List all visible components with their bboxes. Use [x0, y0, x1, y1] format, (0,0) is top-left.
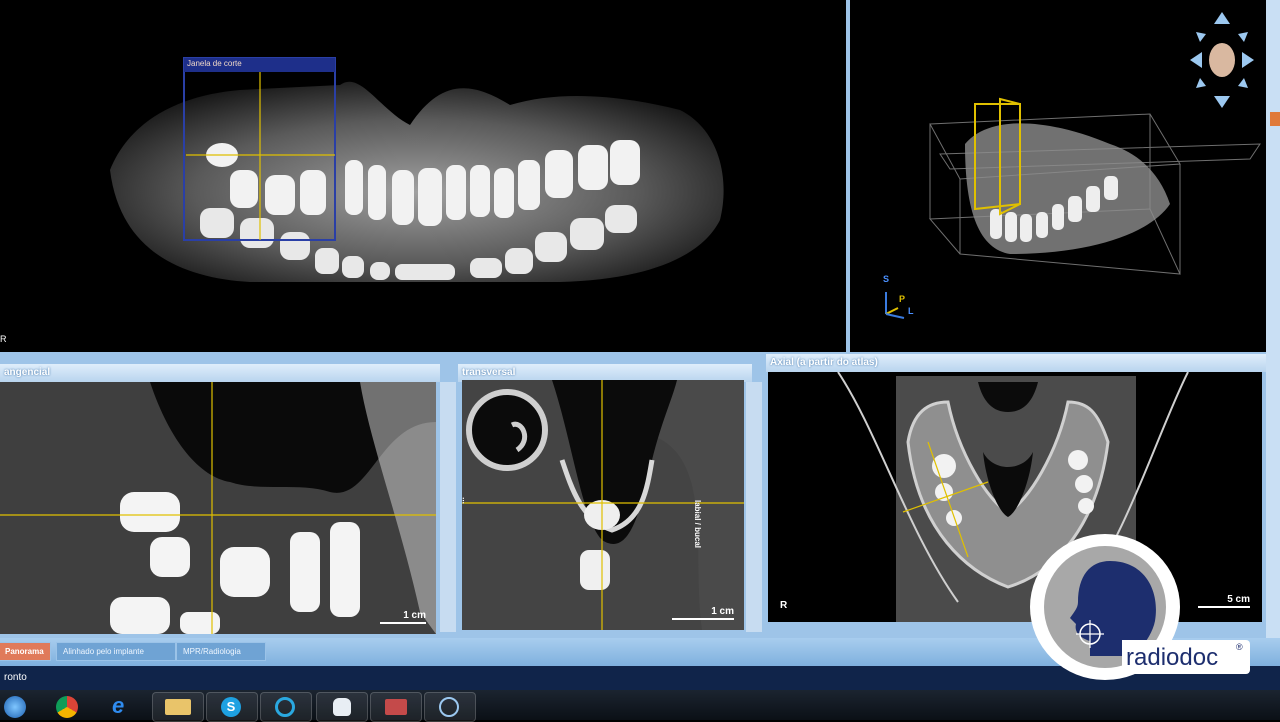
volume-3d-view[interactable]: S P L	[850, 4, 1264, 348]
orientation-widget[interactable]	[1188, 12, 1256, 108]
skype-icon[interactable]: S	[206, 692, 258, 722]
tangential-scrollbar[interactable]	[440, 382, 456, 632]
transversal-side-label-left: ...	[462, 497, 466, 504]
status-text: ronto	[4, 672, 27, 683]
tab-mpr-radiology[interactable]: MPR/Radiologia	[176, 642, 266, 661]
panorama-view[interactable]: Janela de corte R	[0, 0, 846, 352]
axis-label-s: S	[883, 274, 890, 284]
cut-window-label: Janela de corte	[187, 59, 242, 68]
panorama-image	[0, 0, 846, 352]
tooth-app-icon[interactable]	[316, 692, 368, 722]
windows-icon[interactable]	[4, 696, 26, 718]
radiodoc-logo: radiodoc ®	[1030, 534, 1250, 680]
radiodoc-registered: ®	[1236, 642, 1243, 652]
panorama-corner-label: R	[0, 334, 7, 344]
radiodoc-brand: radiodoc	[1126, 644, 1219, 671]
toolbox-app-icon[interactable]	[370, 692, 422, 722]
transversal-scrollbar[interactable]	[746, 382, 762, 632]
chrome-icon[interactable]	[56, 696, 78, 718]
tangential-scale-label: 1 cm	[403, 610, 426, 621]
folder-icon[interactable]	[152, 692, 204, 722]
media-player-icon[interactable]	[260, 692, 312, 722]
axis-label-p: P	[899, 294, 906, 304]
toolbar-orange-button[interactable]	[1270, 112, 1280, 126]
transversal-side-label-right: labial / bucal	[693, 500, 702, 549]
right-toolbar	[1266, 0, 1280, 640]
axial-corner-label: R	[780, 600, 788, 611]
tab-panorama[interactable]: Panorama	[0, 642, 51, 661]
transversal-scale-label: 1 cm	[711, 606, 734, 617]
axial-header: Axial (a partir do atlas)	[766, 354, 1266, 372]
tangential-scale: 1 cm	[380, 610, 426, 624]
axis-label-l: L	[908, 306, 914, 316]
tangential-image	[0, 382, 436, 634]
tangential-header: angencial	[0, 364, 440, 382]
internet-explorer-icon[interactable]: e	[112, 694, 136, 718]
transversal-scale: 1 cm	[672, 606, 734, 620]
windows-taskbar: e S	[0, 690, 1280, 722]
transversal-view[interactable]: ... labial / bucal 1 cm	[462, 380, 744, 630]
tangential-view[interactable]: 1 cm	[0, 382, 436, 634]
tab-aligned-implant[interactable]: Alinhado pelo implante	[56, 642, 176, 661]
globe-app-icon[interactable]	[424, 692, 476, 722]
